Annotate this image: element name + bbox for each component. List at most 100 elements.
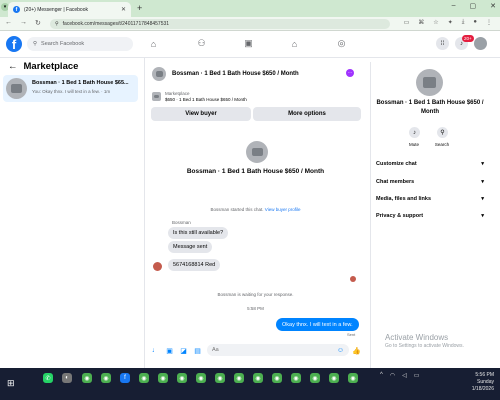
taskbar-clock[interactable]: 5:56 PM Sunday 1/18/2026 <box>450 372 494 393</box>
facebook-search[interactable]: ⚲ Search Facebook <box>27 37 133 51</box>
sender-avatar[interactable] <box>153 262 162 271</box>
gif-icon[interactable]: ▤ <box>193 346 202 355</box>
sent-status: Sent <box>347 332 356 337</box>
details-title: Bossman · 1 Bed 1 Bath House $650 / Mont… <box>376 100 484 115</box>
chrome-icon[interactable]: ◉ <box>348 373 358 383</box>
seen-avatar <box>350 276 356 282</box>
browser-tab[interactable]: f (20+) Messenger | Facebook ✕ <box>8 2 131 17</box>
listing-mini-thumbnail <box>152 92 161 101</box>
details-row-members[interactable]: Chat members ▾ <box>376 177 484 187</box>
mute-label: Mute <box>408 142 419 147</box>
details-thumbnail <box>416 69 443 96</box>
details-row-label: Customize chat <box>376 161 417 167</box>
chrome-icon[interactable]: ◉ <box>215 373 225 383</box>
url-field[interactable]: ⚲ facebook.com/messages/t/24011717848457… <box>50 19 390 29</box>
chrome-icon[interactable]: ◉ <box>329 373 339 383</box>
details-row-privacy[interactable]: Privacy & support ▾ <box>376 211 484 221</box>
browser-toolbar: ▭ ⌘ ☆ ✦ ⤓ ● ⋮ <box>404 19 492 26</box>
chrome-icon[interactable]: ◉ <box>234 373 244 383</box>
microphone-icon[interactable]: ♩ <box>151 346 160 355</box>
conversation-name: Bossman · 1 Bed 1 Bath House $65... <box>32 80 129 86</box>
chrome-icon[interactable]: ◉ <box>139 373 149 383</box>
message-input[interactable] <box>207 344 349 356</box>
sidebar-title: Marketplace <box>23 61 79 72</box>
incoming-message: Is this still available? <box>168 227 229 239</box>
friends-icon[interactable]: ⚇ <box>196 38 207 49</box>
menu-grid-icon[interactable]: ⁞⁞ <box>436 37 449 50</box>
forward-icon[interactable]: → <box>20 19 27 27</box>
chrome-icon[interactable]: ◉ <box>177 373 187 383</box>
activate-windows-subtitle: Go to Settings to activate Windows. <box>385 343 464 349</box>
search-icon: ⚲ <box>33 41 38 47</box>
site-info-icon[interactable]: ⚲ <box>55 21 59 27</box>
view-buyer-profile-link[interactable]: View buyer profile <box>265 207 301 212</box>
search-label: Search <box>434 142 450 147</box>
account-avatar[interactable] <box>474 37 487 50</box>
chat-intro-title: Bossman · 1 Bed 1 Bath House $650 / Mont… <box>186 168 325 175</box>
facebook-icon[interactable]: f <box>120 373 130 383</box>
menu-icon[interactable]: ⋮ <box>486 19 492 26</box>
chat-title[interactable]: Bossman · 1 Bed 1 Bath House $650 / Mont… <box>172 71 299 77</box>
clock-time: 5:56 PM <box>475 372 494 378</box>
close-tab-icon[interactable]: ✕ <box>121 6 126 13</box>
show-hidden-icons-icon[interactable]: ^ <box>380 372 383 379</box>
like-icon[interactable]: 👍 <box>352 346 361 355</box>
marketplace-icon[interactable]: ⌂ <box>289 38 300 49</box>
view-buyer-button[interactable]: View buyer <box>151 107 251 121</box>
sender-name: Bossman <box>172 220 191 225</box>
info-icon[interactable]: ⋯ <box>346 69 354 77</box>
sticker-icon[interactable]: ◪ <box>179 346 188 355</box>
details-row-customize[interactable]: Customize chat ▾ <box>376 159 484 169</box>
back-icon[interactable]: ← <box>5 19 12 27</box>
extensions-icon[interactable]: ✦ <box>448 19 453 26</box>
download-icon[interactable]: ⤓ <box>462 19 465 26</box>
url-text: facebook.com/messages/t/2401171784845753… <box>62 21 170 27</box>
profile-icon[interactable]: ● <box>473 19 477 26</box>
whatsapp-icon[interactable]: ✆ <box>43 373 53 383</box>
chrome-icon[interactable]: ◉ <box>291 373 301 383</box>
new-tab-button[interactable]: + <box>137 3 142 13</box>
mute-icon[interactable]: ♪ <box>409 127 420 138</box>
reload-icon[interactable]: ↻ <box>35 19 41 27</box>
chrome-icon[interactable]: ◉ <box>253 373 263 383</box>
chevron-down-icon: ▾ <box>481 161 484 167</box>
maximize-icon[interactable]: ▢ <box>470 2 477 10</box>
volume-icon[interactable]: ◁ <box>402 372 407 379</box>
cast-icon[interactable]: ▭ <box>404 19 410 26</box>
facebook-icon: f <box>13 6 20 13</box>
tab-title: (20+) Messenger | Facebook <box>24 6 88 13</box>
conversation-list <box>0 58 145 368</box>
chrome-icon[interactable]: ◉ <box>82 373 92 383</box>
home-icon[interactable]: ⌂ <box>148 38 159 49</box>
clock-day: Sunday <box>477 379 494 385</box>
system-tray: ^ ◠ ◁ ▭ <box>380 372 419 379</box>
battery-icon[interactable]: ▭ <box>414 372 420 379</box>
more-options-button[interactable]: More options <box>253 107 361 121</box>
app-icon[interactable]: ◐ <box>62 373 72 383</box>
chrome-icon[interactable]: ◉ <box>272 373 282 383</box>
outgoing-message: Okay thnx. I will text in a few. <box>276 318 359 331</box>
video-icon[interactable]: ▣ <box>243 38 254 49</box>
bookmark-icon[interactable]: ☆ <box>433 19 438 26</box>
groups-icon[interactable]: ◎ <box>336 38 347 49</box>
sidebar-header: ← Marketplace <box>8 61 78 72</box>
details-row-label: Privacy & support <box>376 213 424 219</box>
chat-thumbnail[interactable] <box>152 67 166 81</box>
chrome-icon[interactable]: ◉ <box>196 373 206 383</box>
facebook-logo-icon[interactable]: f <box>6 36 22 52</box>
wifi-icon[interactable]: ◠ <box>390 372 395 379</box>
back-arrow-icon[interactable]: ← <box>8 61 18 72</box>
translate-icon[interactable]: ⌘ <box>418 19 424 26</box>
details-row-media[interactable]: Media, files and links ▾ <box>376 194 484 204</box>
chrome-icon[interactable]: ◉ <box>101 373 111 383</box>
search-icon[interactable]: ⚲ <box>437 127 448 138</box>
message-timestamp: 5:58 PM <box>247 306 264 311</box>
chrome-icon[interactable]: ◉ <box>158 373 168 383</box>
photo-icon[interactable]: ▣ <box>165 346 174 355</box>
minimize-icon[interactable]: – <box>452 2 456 10</box>
windows-start-icon[interactable]: ⊞ <box>7 378 19 390</box>
emoji-icon[interactable]: ☺ <box>336 346 345 355</box>
chrome-icon[interactable]: ◉ <box>310 373 320 383</box>
activate-windows-title: Activate Windows <box>385 333 449 342</box>
close-window-icon[interactable]: ✕ <box>490 2 496 10</box>
